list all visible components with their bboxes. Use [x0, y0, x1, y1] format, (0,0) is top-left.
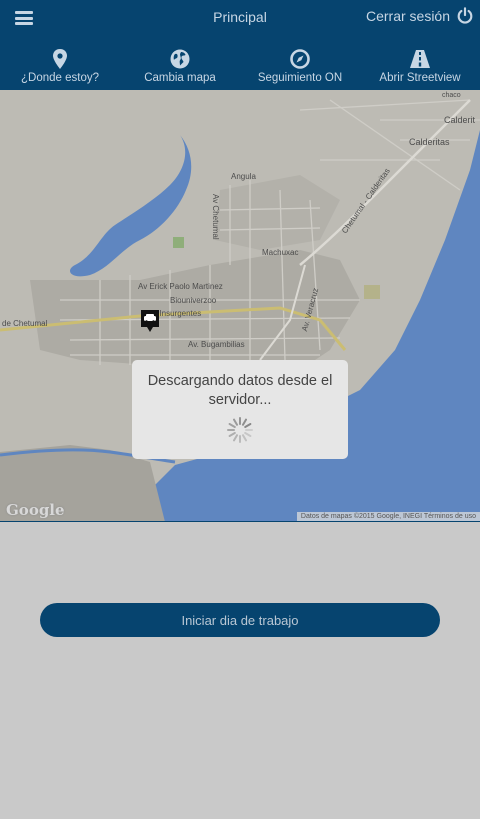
change-map-button[interactable]: Cambia mapa — [120, 44, 240, 90]
globe-icon — [170, 49, 190, 69]
change-map-label: Cambia mapa — [144, 72, 216, 84]
road-icon — [410, 50, 430, 68]
loading-spinner-icon — [227, 417, 253, 443]
logout-button[interactable]: Cerrar sesión — [366, 7, 474, 25]
tracking-toggle-button[interactable]: Seguimiento ON — [240, 44, 360, 90]
map-label: Av Erick Paolo Martinez — [138, 282, 223, 291]
map-label: Angula — [231, 172, 256, 181]
location-pin-icon — [53, 49, 67, 69]
map-label: Av. Bugambilias — [188, 340, 245, 349]
where-am-i-label: ¿Donde estoy? — [21, 72, 99, 84]
map-label: Calderitas — [409, 137, 450, 147]
loading-dialog: Descargando datos desde el servidor... — [132, 360, 348, 459]
open-streetview-button[interactable]: Abrir Streetview — [360, 44, 480, 90]
vehicle-marker-icon[interactable] — [140, 309, 160, 333]
map-label: Calderit — [444, 115, 476, 125]
compass-icon — [290, 49, 310, 69]
loading-message: Descargando datos desde el servidor... — [147, 373, 333, 408]
app-header: Principal Cerrar sesión ¿Donde estoy? Ca… — [0, 0, 480, 90]
logout-label: Cerrar sesión — [365, 8, 450, 24]
map-label: Biouniverzoo — [170, 296, 217, 305]
where-am-i-button[interactable]: ¿Donde estoy? — [0, 44, 120, 90]
google-logo: Google — [6, 501, 65, 519]
map-label: chaco — [442, 92, 461, 99]
main-content: Iniciar dia de trabajo — [0, 522, 480, 819]
streetview-label: Abrir Streetview — [379, 72, 461, 84]
power-icon — [457, 7, 473, 24]
start-workday-button[interactable]: Iniciar dia de trabajo — [40, 603, 440, 637]
map-label: Machuxac — [262, 248, 299, 257]
map-label: Av Chetumal — [211, 194, 220, 240]
map-label: de Chetumal — [2, 319, 48, 328]
tracking-label: Seguimiento ON — [257, 72, 343, 84]
top-bar: Principal Cerrar sesión — [0, 0, 480, 36]
map-attribution[interactable]: Datos de mapas ©2015 Google, INEGI Térmi… — [296, 512, 480, 521]
action-bar: ¿Donde estoy? Cambia mapa Seguimiento ON — [0, 44, 480, 90]
